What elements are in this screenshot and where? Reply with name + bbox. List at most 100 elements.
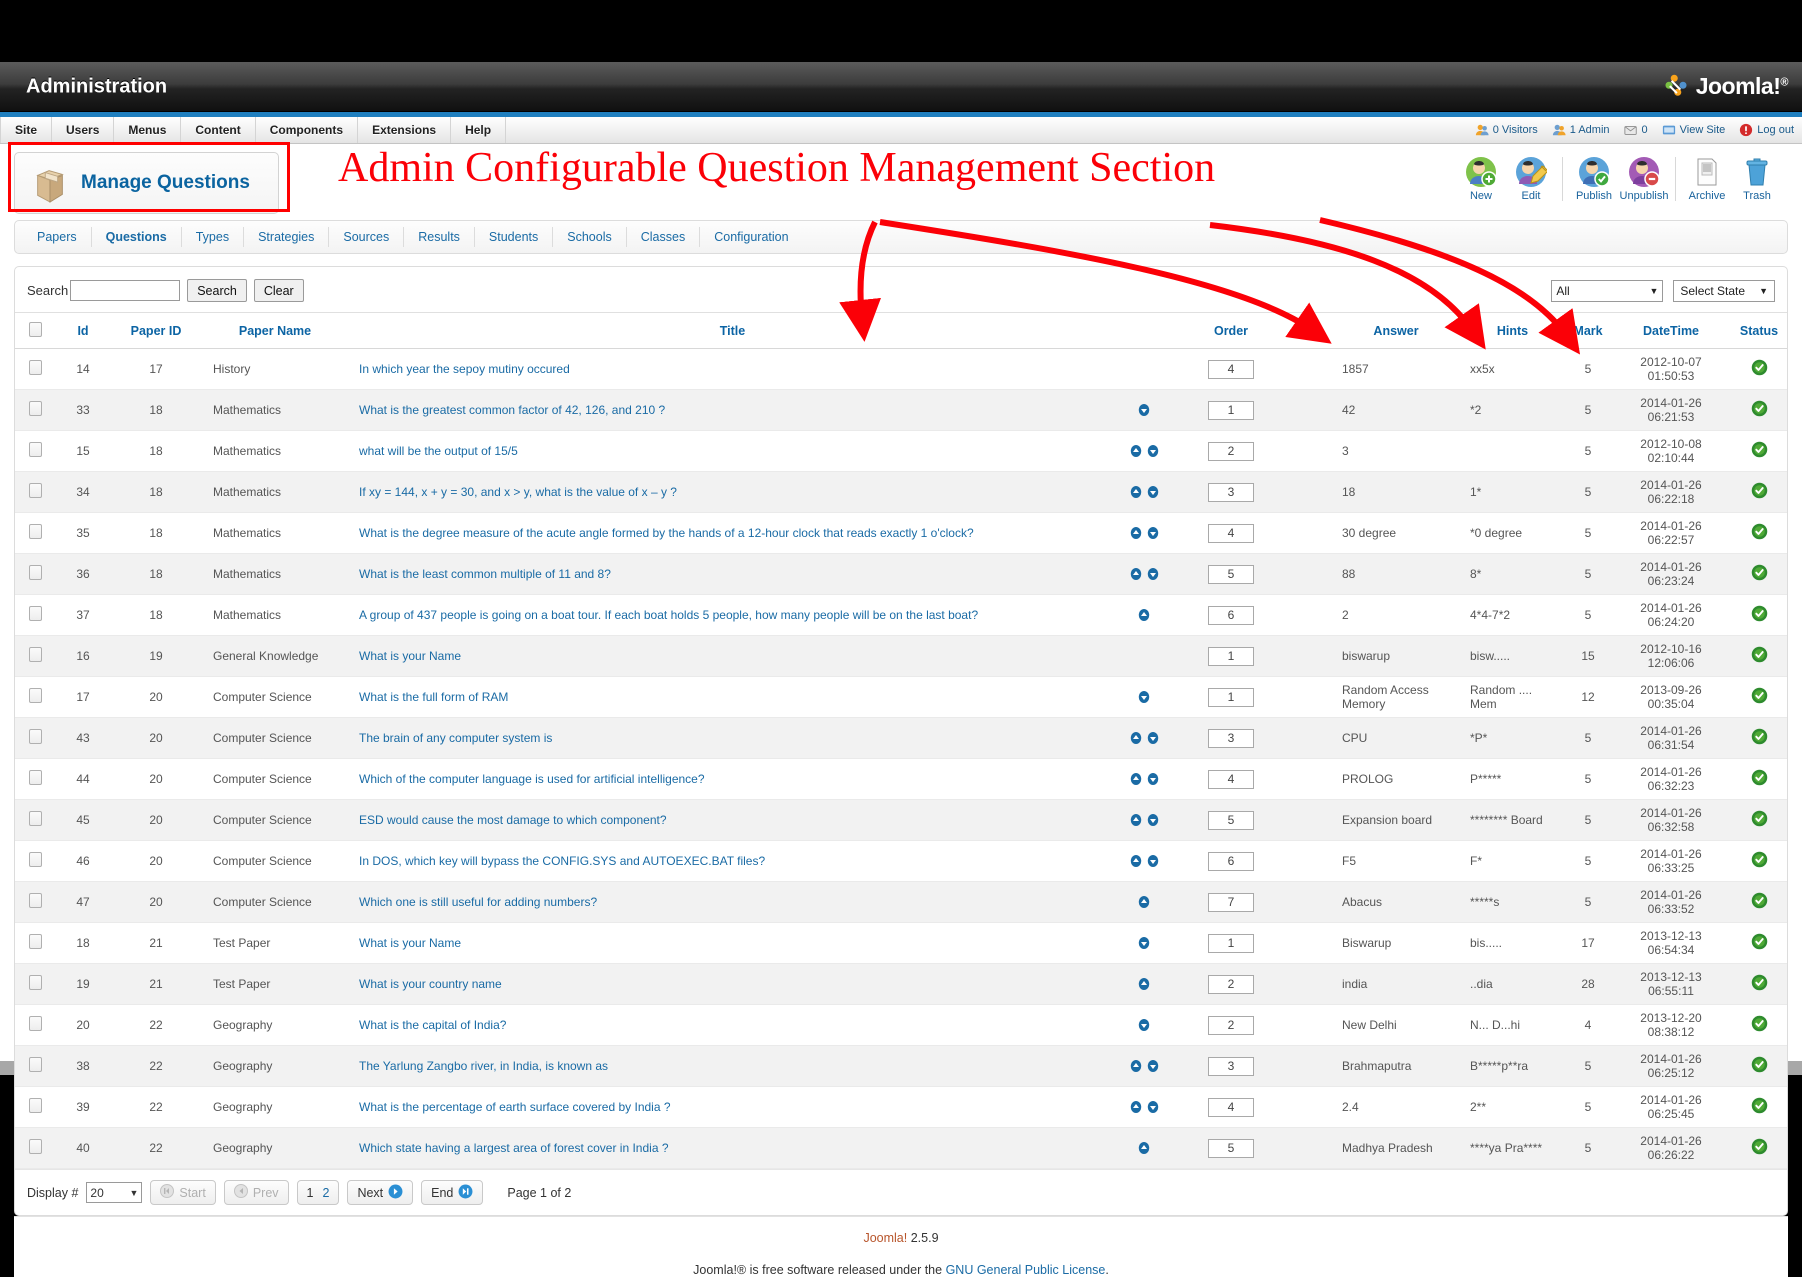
cell-order[interactable]: 2 <box>1172 963 1290 1005</box>
row-checkbox[interactable] <box>28 893 42 908</box>
row-checkbox[interactable] <box>28 1139 42 1154</box>
tab-sources[interactable]: Sources <box>329 227 405 247</box>
question-title-link[interactable]: What is the percentage of earth surface … <box>359 1100 671 1114</box>
footer-license-link[interactable]: GNU General Public License <box>946 1263 1106 1277</box>
th-datetime[interactable]: DateTime <box>1611 312 1731 349</box>
status-published-icon[interactable] <box>1751 400 1768 417</box>
row-checkbox[interactable] <box>28 934 42 949</box>
admin-status[interactable]: 1 Admin <box>1552 123 1610 137</box>
pagination-start-button[interactable]: Start <box>150 1180 216 1205</box>
cell-title[interactable]: The Yarlung Zangbo river, in India, is k… <box>349 1045 1116 1087</box>
order-input[interactable]: 4 <box>1208 523 1254 543</box>
question-title-link[interactable]: Which state having a largest area of for… <box>359 1141 669 1155</box>
move-down-icon[interactable] <box>1147 1100 1159 1114</box>
order-input[interactable]: 3 <box>1208 482 1254 502</box>
cell-order[interactable]: 1 <box>1172 635 1290 677</box>
pagination-end-button[interactable]: End <box>421 1180 484 1205</box>
move-up-icon[interactable] <box>1130 854 1142 868</box>
search-input[interactable] <box>70 280 181 301</box>
row-checkbox[interactable] <box>28 1098 42 1113</box>
order-input[interactable]: 1 <box>1208 400 1254 420</box>
cell-status[interactable] <box>1731 471 1787 513</box>
cell-status[interactable] <box>1731 1004 1787 1046</box>
question-title-link[interactable]: A group of 437 people is going on a boat… <box>359 608 978 622</box>
cell-reorder[interactable] <box>1116 758 1172 800</box>
status-published-icon[interactable] <box>1751 646 1768 663</box>
move-up-icon[interactable] <box>1130 731 1142 745</box>
cell-title[interactable]: What is the capital of India? <box>349 1004 1116 1046</box>
row-checkbox[interactable] <box>28 606 42 621</box>
cell-title[interactable]: What is the percentage of earth surface … <box>349 1086 1116 1128</box>
cell-title[interactable]: Which one is still useful for adding num… <box>349 881 1116 923</box>
cell-order[interactable]: 3 <box>1172 1045 1290 1087</box>
cell-reorder[interactable] <box>1116 922 1172 964</box>
menu-item-extensions[interactable]: Extensions <box>358 117 452 143</box>
cell-order[interactable]: 4 <box>1172 348 1290 390</box>
cell-status[interactable] <box>1731 430 1787 472</box>
status-published-icon[interactable] <box>1751 687 1768 704</box>
select-all-checkbox[interactable] <box>28 321 42 337</box>
cell-status[interactable] <box>1731 963 1787 1005</box>
cell-status[interactable] <box>1731 922 1787 964</box>
status-published-icon[interactable] <box>1751 892 1768 909</box>
move-down-icon[interactable] <box>1138 1018 1150 1032</box>
question-title-link[interactable]: The brain of any computer system is <box>359 731 552 745</box>
tab-classes[interactable]: Classes <box>627 227 701 247</box>
move-down-icon[interactable] <box>1147 485 1159 499</box>
tab-types[interactable]: Types <box>182 227 245 247</box>
move-up-icon[interactable] <box>1130 813 1142 827</box>
cell-reorder[interactable] <box>1116 553 1172 595</box>
cell-order[interactable]: 4 <box>1172 1086 1290 1128</box>
cell-status[interactable] <box>1731 348 1787 390</box>
row-checkbox[interactable] <box>28 360 42 375</box>
move-up-icon[interactable] <box>1130 485 1142 499</box>
cell-title[interactable]: What is your Name <box>349 922 1116 964</box>
cell-order[interactable]: 6 <box>1172 840 1290 882</box>
toolbar-new-button[interactable]: New <box>1456 156 1506 202</box>
order-input[interactable]: 4 <box>1208 1097 1254 1117</box>
toolbar-archive-button[interactable]: Archive <box>1682 156 1732 202</box>
order-input[interactable]: 3 <box>1208 728 1254 748</box>
tab-results[interactable]: Results <box>404 227 475 247</box>
th-order[interactable]: Order <box>1172 312 1290 349</box>
cell-order[interactable]: 2 <box>1172 430 1290 472</box>
cell-status[interactable] <box>1731 389 1787 431</box>
cell-title[interactable]: If xy = 144, x + y = 30, and x > y, what… <box>349 471 1116 513</box>
cell-reorder[interactable] <box>1116 676 1172 718</box>
cell-title[interactable]: What is your country name <box>349 963 1116 1005</box>
order-input[interactable]: 1 <box>1208 933 1254 953</box>
question-title-link[interactable]: Which one is still useful for adding num… <box>359 895 597 909</box>
visitors-status[interactable]: 0 Visitors <box>1475 123 1538 137</box>
cell-title[interactable]: In which year the sepoy mutiny occured <box>349 348 1116 390</box>
row-checkbox[interactable] <box>28 524 42 539</box>
order-input[interactable]: 1 <box>1208 687 1254 707</box>
cell-order[interactable]: 1 <box>1172 389 1290 431</box>
cell-reorder[interactable] <box>1116 635 1172 677</box>
question-title-link[interactable]: Which of the computer language is used f… <box>359 772 705 786</box>
cell-order[interactable]: 5 <box>1172 799 1290 841</box>
question-title-link[interactable]: What is the full form of RAM <box>359 690 508 704</box>
question-title-link[interactable]: what will be the output of 15/5 <box>359 444 518 458</box>
row-checkbox[interactable] <box>28 1057 42 1072</box>
th-hints[interactable]: Hints <box>1460 312 1565 349</box>
move-up-icon[interactable] <box>1130 567 1142 581</box>
cell-title[interactable]: What is the degree measure of the acute … <box>349 512 1116 554</box>
cell-reorder[interactable] <box>1116 1086 1172 1128</box>
question-title-link[interactable]: If xy = 144, x + y = 30, and x > y, what… <box>359 485 677 499</box>
row-checkbox-cell[interactable] <box>15 594 55 636</box>
page-number-2[interactable]: 2 <box>322 1186 329 1200</box>
order-input[interactable]: 5 <box>1208 1138 1254 1158</box>
cell-order[interactable]: 5 <box>1172 553 1290 595</box>
tab-configuration[interactable]: Configuration <box>700 227 802 247</box>
th-status[interactable]: Status <box>1731 312 1787 349</box>
cell-reorder[interactable] <box>1116 963 1172 1005</box>
state-filter-select[interactable]: Select State ▼ <box>1673 279 1775 302</box>
toolbar-edit-button[interactable]: Edit <box>1506 156 1556 202</box>
order-input[interactable]: 4 <box>1208 359 1254 379</box>
question-title-link[interactable]: What is the degree measure of the acute … <box>359 526 974 540</box>
th-select-all[interactable] <box>15 312 55 349</box>
question-title-link[interactable]: What is the greatest common factor of 42… <box>359 403 665 417</box>
question-title-link[interactable]: In DOS, which key will bypass the CONFIG… <box>359 854 765 868</box>
row-checkbox-cell[interactable] <box>15 717 55 759</box>
row-checkbox-cell[interactable] <box>15 635 55 677</box>
